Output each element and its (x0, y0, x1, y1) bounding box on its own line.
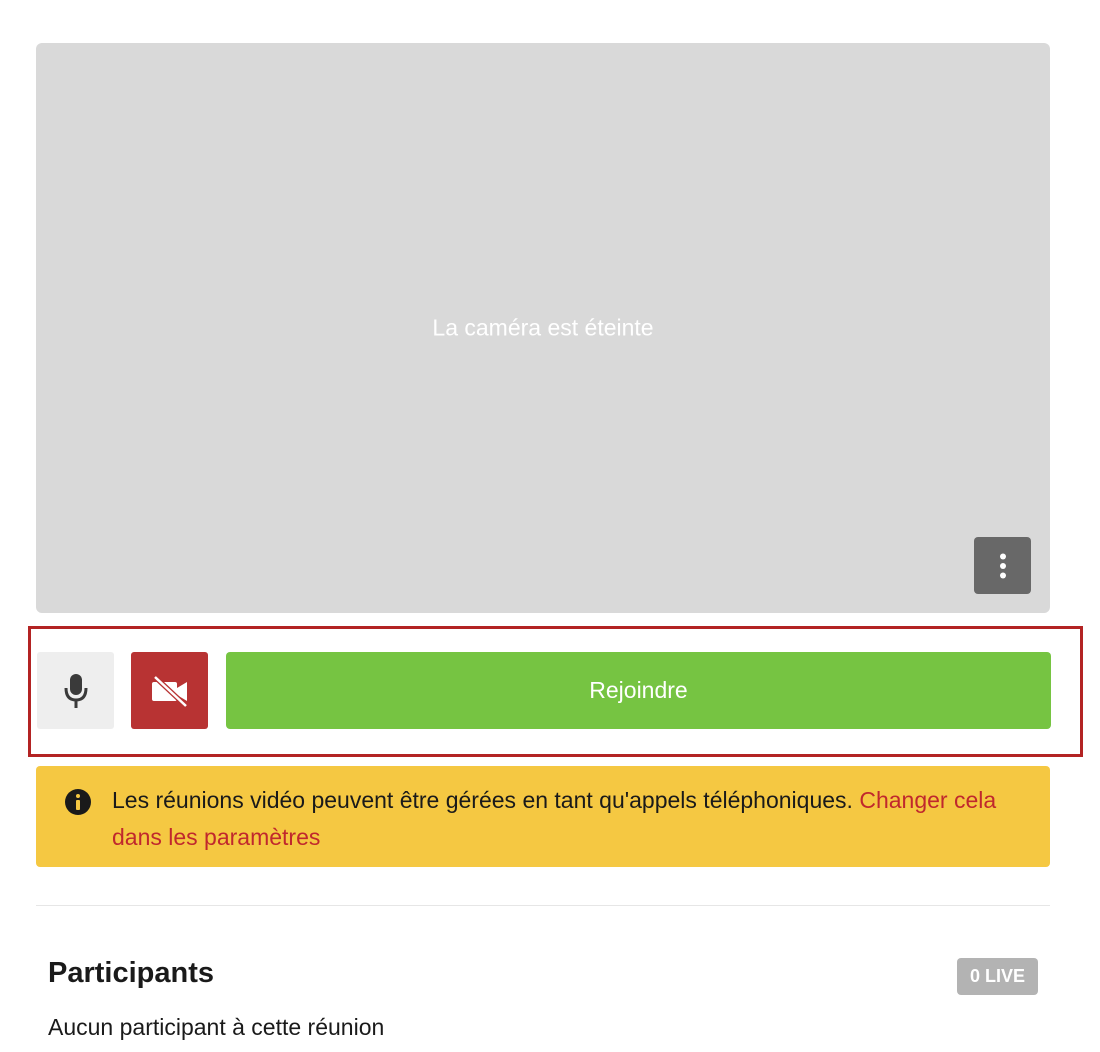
more-options-button[interactable] (974, 537, 1031, 594)
microphone-button[interactable] (37, 652, 114, 729)
info-icon (65, 789, 91, 815)
camera-toggle-button[interactable] (131, 652, 208, 729)
participants-title: Participants (48, 957, 214, 989)
camera-off-message: La caméra est éteinte (432, 314, 654, 341)
divider (36, 905, 1050, 906)
join-button[interactable]: Rejoindre (226, 652, 1051, 729)
page: La caméra est éteinte Rejoindre Les réun… (0, 0, 1100, 1052)
live-count-badge: 0 LIVE (957, 958, 1038, 995)
microphone-icon (64, 673, 87, 708)
info-banner: Les réunions vidéo peuvent être gérées e… (36, 766, 1050, 867)
banner-text: Les réunions vidéo peuvent être gérées e… (112, 787, 860, 813)
participants-empty-text: Aucun participant à cette réunion (48, 1014, 385, 1040)
video-preview: La caméra est éteinte (36, 43, 1050, 613)
camera-off-icon (151, 674, 188, 707)
controls-bar: Rejoindre (28, 626, 1083, 757)
more-vertical-icon (999, 553, 1006, 578)
